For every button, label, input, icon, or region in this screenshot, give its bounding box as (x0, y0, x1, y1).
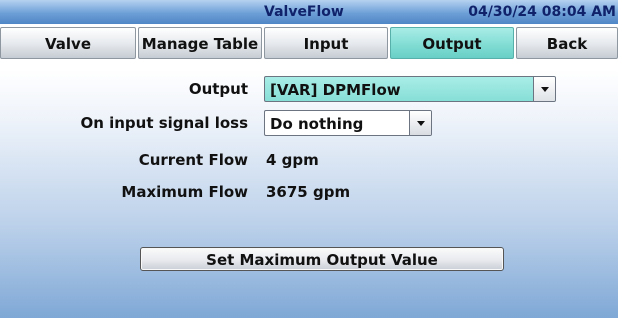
signal-loss-select-value: Do nothing (270, 115, 364, 133)
signal-loss-dropdown-button[interactable] (409, 111, 431, 135)
screen-border (618, 0, 622, 318)
set-maximum-output-button[interactable]: Set Maximum Output Value (140, 247, 504, 271)
output-dropdown-button[interactable] (533, 77, 555, 101)
back-button[interactable]: Back (516, 27, 618, 59)
output-select-value: [VAR] DPMFlow (270, 81, 401, 99)
tab-input[interactable]: Input (264, 27, 388, 59)
app-screen: ValveFlow 04/30/24 08:04 AM Valve Manage… (0, 0, 618, 318)
max-flow-value: 3675 gpm (266, 183, 351, 201)
current-flow-value: 4 gpm (266, 151, 319, 169)
title-bar: ValveFlow 04/30/24 08:04 AM (0, 0, 618, 24)
datetime-display: 04/30/24 08:04 AM (468, 4, 616, 20)
max-flow-label: Maximum Flow (121, 183, 248, 201)
signal-loss-label: On input signal loss (80, 114, 248, 132)
signal-loss-select[interactable]: Do nothing (264, 110, 432, 136)
app-title: ValveFlow (264, 4, 344, 20)
tab-valve[interactable]: Valve (0, 27, 136, 59)
chevron-down-icon (540, 86, 549, 92)
tab-bar: Valve Manage Table Input Output Back (0, 27, 618, 61)
tab-output[interactable]: Output (390, 27, 514, 59)
output-select[interactable]: [VAR] DPMFlow (264, 76, 556, 102)
output-label: Output (188, 80, 248, 98)
chevron-down-icon (416, 120, 425, 126)
tab-manage-table[interactable]: Manage Table (138, 27, 262, 59)
current-flow-label: Current Flow (138, 151, 248, 169)
